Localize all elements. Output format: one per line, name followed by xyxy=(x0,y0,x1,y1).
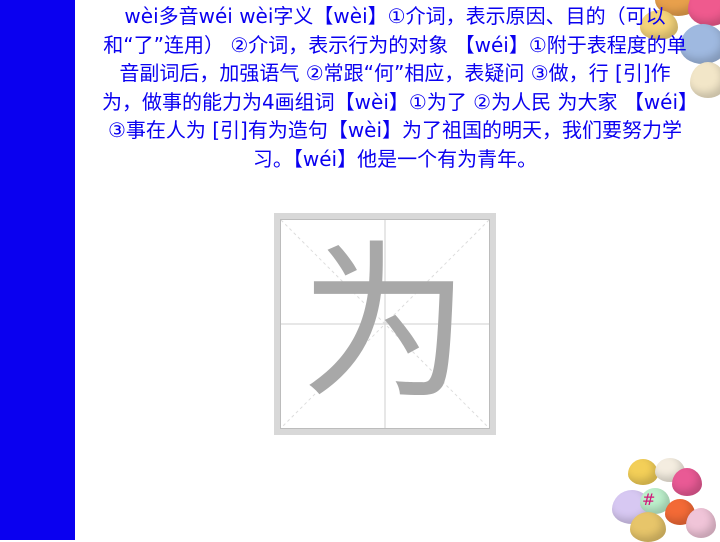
definition-text: wèi多音wéi wèi字义【wèi】①介词，表示原因、目的（可以和“了”连用）… xyxy=(101,4,689,171)
page-number: # xyxy=(642,490,656,509)
model-character: 为 xyxy=(299,226,470,424)
left-accent-band xyxy=(0,0,75,540)
character-writing-grid: 为 xyxy=(274,213,496,435)
tian-zi-grid: 为 xyxy=(280,219,490,429)
